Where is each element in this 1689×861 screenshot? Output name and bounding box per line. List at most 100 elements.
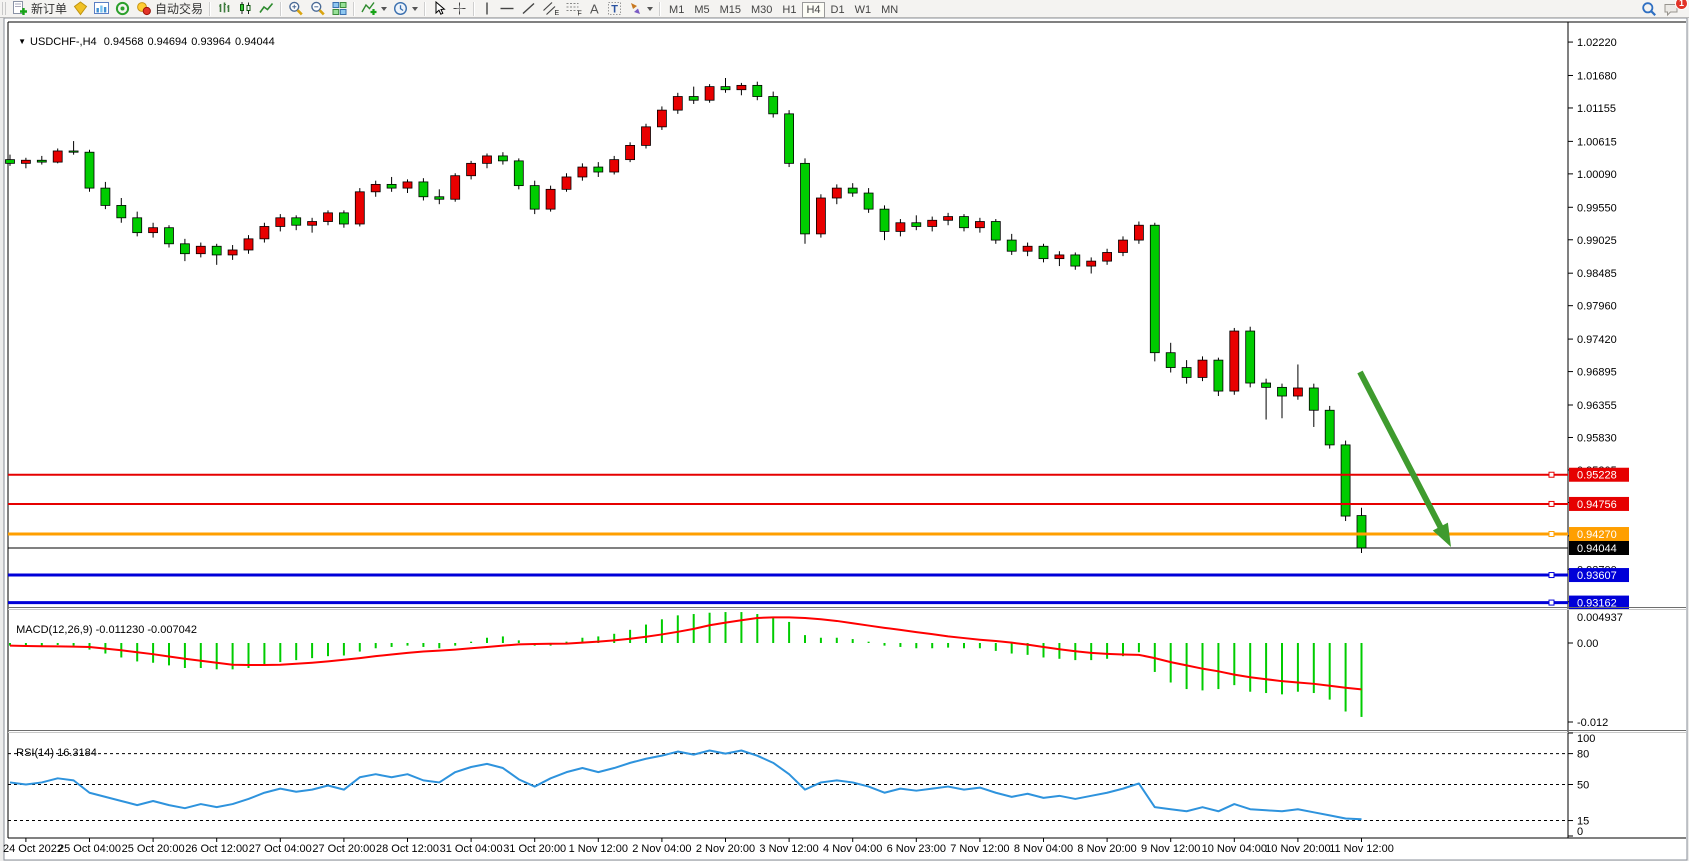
time-label: 3 Nov 12:00 — [759, 843, 818, 855]
price-tick-label: 1.00090 — [1577, 169, 1617, 181]
hline-price-label: 0.94044 — [1577, 543, 1617, 555]
line-chart-mode-button[interactable] — [256, 1, 277, 17]
line-chart-icon — [259, 1, 274, 16]
time-label: 27 Oct 20:00 — [312, 843, 375, 855]
candle — [673, 97, 682, 111]
hline-tool-button[interactable] — [496, 1, 518, 17]
timeframe-h1[interactable]: H1 — [778, 2, 800, 18]
search-button[interactable] — [1638, 1, 1660, 17]
price-tick-label: 0.99025 — [1577, 235, 1617, 247]
candle — [355, 192, 364, 224]
ohlc-high: 0.94694 — [148, 36, 188, 48]
candle-chart-mode-button[interactable] — [235, 1, 256, 17]
macd-axis-label: 0.00 — [1577, 638, 1598, 650]
svg-text:F: F — [578, 11, 582, 17]
timeframe-m15[interactable]: M15 — [716, 2, 745, 18]
cursor-tool-button[interactable] — [429, 1, 449, 17]
macd-axis-label: -0.012 — [1577, 717, 1608, 729]
profile-icon — [73, 1, 88, 16]
notification-badge: 1 — [1675, 0, 1688, 10]
periods-button[interactable] — [390, 1, 421, 17]
candle — [308, 222, 317, 226]
zoom-out-button[interactable] — [307, 1, 329, 17]
channel-tool-button[interactable]: E — [539, 1, 562, 17]
zoom-in-button[interactable] — [285, 1, 307, 17]
candle — [6, 160, 15, 164]
timeframe-d1[interactable]: D1 — [827, 2, 849, 18]
chart-header[interactable]: ▼USDCHF-,H4 0.945680.946940.939640.94044 — [12, 24, 279, 48]
hline-anchor[interactable] — [1549, 573, 1554, 578]
text-tool-button[interactable]: A — [585, 1, 604, 17]
candle — [514, 161, 523, 186]
autotrade-button[interactable]: 自动交易 — [133, 1, 206, 17]
label-tool-button[interactable]: T — [604, 1, 625, 17]
new-order-icon — [12, 1, 28, 16]
candle — [1023, 246, 1032, 251]
time-label: 25 Oct 20:00 — [122, 843, 185, 855]
timeframe-h4[interactable]: H4 — [802, 2, 824, 18]
rsi-level-label: 80 — [1577, 749, 1589, 761]
fibonacci-tool-button[interactable]: F — [562, 1, 585, 17]
rsi-name: RSI(14) — [16, 747, 54, 759]
toolbar-grip[interactable] — [2, 2, 7, 15]
candle — [371, 184, 380, 191]
candle — [69, 151, 78, 152]
arrows-tool-button[interactable] — [625, 1, 656, 17]
notifications-button[interactable]: 1 — [1660, 1, 1683, 17]
price-tick-label: 0.97420 — [1577, 334, 1617, 346]
time-label: 27 Oct 04:00 — [249, 843, 312, 855]
timeframe-mn[interactable]: MN — [877, 2, 902, 18]
price-tick-label: 0.99550 — [1577, 202, 1617, 214]
candle — [753, 85, 762, 96]
candle — [848, 188, 857, 193]
new-order-button[interactable]: 新订单 — [9, 1, 70, 17]
signals-button[interactable] — [112, 1, 133, 17]
time-label: 26 Oct 12:00 — [185, 843, 248, 855]
trendline-tool-button[interactable] — [518, 1, 539, 17]
indicators-button[interactable] — [358, 1, 390, 17]
crosshair-tool-button[interactable] — [449, 1, 470, 17]
candle — [165, 228, 174, 244]
market-watch-button[interactable] — [91, 1, 112, 17]
vertical-line-icon — [481, 1, 493, 16]
time-label: 10 Nov 20:00 — [1265, 843, 1330, 855]
candlestick-icon — [238, 1, 253, 16]
price-tick-label: 1.01680 — [1577, 70, 1617, 82]
tile-windows-button[interactable] — [329, 1, 350, 17]
timeframe-m1[interactable]: M1 — [665, 2, 688, 18]
time-label: 8 Nov 20:00 — [1077, 843, 1136, 855]
hline-anchor[interactable] — [1549, 501, 1554, 506]
chart-window — [4, 18, 1687, 860]
chart-canvas[interactable]: 1.022201.016801.011551.006151.000900.995… — [0, 0, 1689, 861]
candle — [864, 193, 873, 209]
autotrade-icon — [136, 1, 152, 16]
candle — [1071, 255, 1080, 266]
candle — [1230, 331, 1239, 391]
toolbar-separator — [659, 2, 661, 16]
time-label: 2 Nov 04:00 — [632, 843, 691, 855]
hline-anchor[interactable] — [1549, 472, 1554, 477]
time-label: 7 Nov 12:00 — [950, 843, 1009, 855]
time-label: 31 Oct 04:00 — [440, 843, 503, 855]
profile-button[interactable] — [70, 1, 91, 17]
candle — [769, 97, 778, 114]
zoom-in-icon — [288, 1, 304, 16]
candle — [642, 127, 651, 146]
candle — [1278, 387, 1287, 396]
candle — [562, 177, 571, 189]
timeframe-m5[interactable]: M5 — [690, 2, 713, 18]
timeframe-m30[interactable]: M30 — [747, 2, 776, 18]
bar-chart-mode-button[interactable] — [214, 1, 235, 17]
time-label: 9 Nov 12:00 — [1141, 843, 1200, 855]
hline-anchor[interactable] — [1549, 532, 1554, 537]
symbol-dropdown-icon[interactable]: ▼ — [18, 37, 26, 46]
toolbar-separator — [473, 2, 475, 16]
hline-anchor[interactable] — [1549, 600, 1554, 605]
candle — [260, 226, 269, 238]
timeframe-w1[interactable]: W1 — [851, 2, 876, 18]
vline-tool-button[interactable] — [478, 1, 496, 17]
tile-windows-icon — [332, 1, 347, 16]
price-tick-label: 0.95830 — [1577, 432, 1617, 444]
candle — [212, 246, 221, 255]
caret-down-icon — [412, 7, 418, 11]
